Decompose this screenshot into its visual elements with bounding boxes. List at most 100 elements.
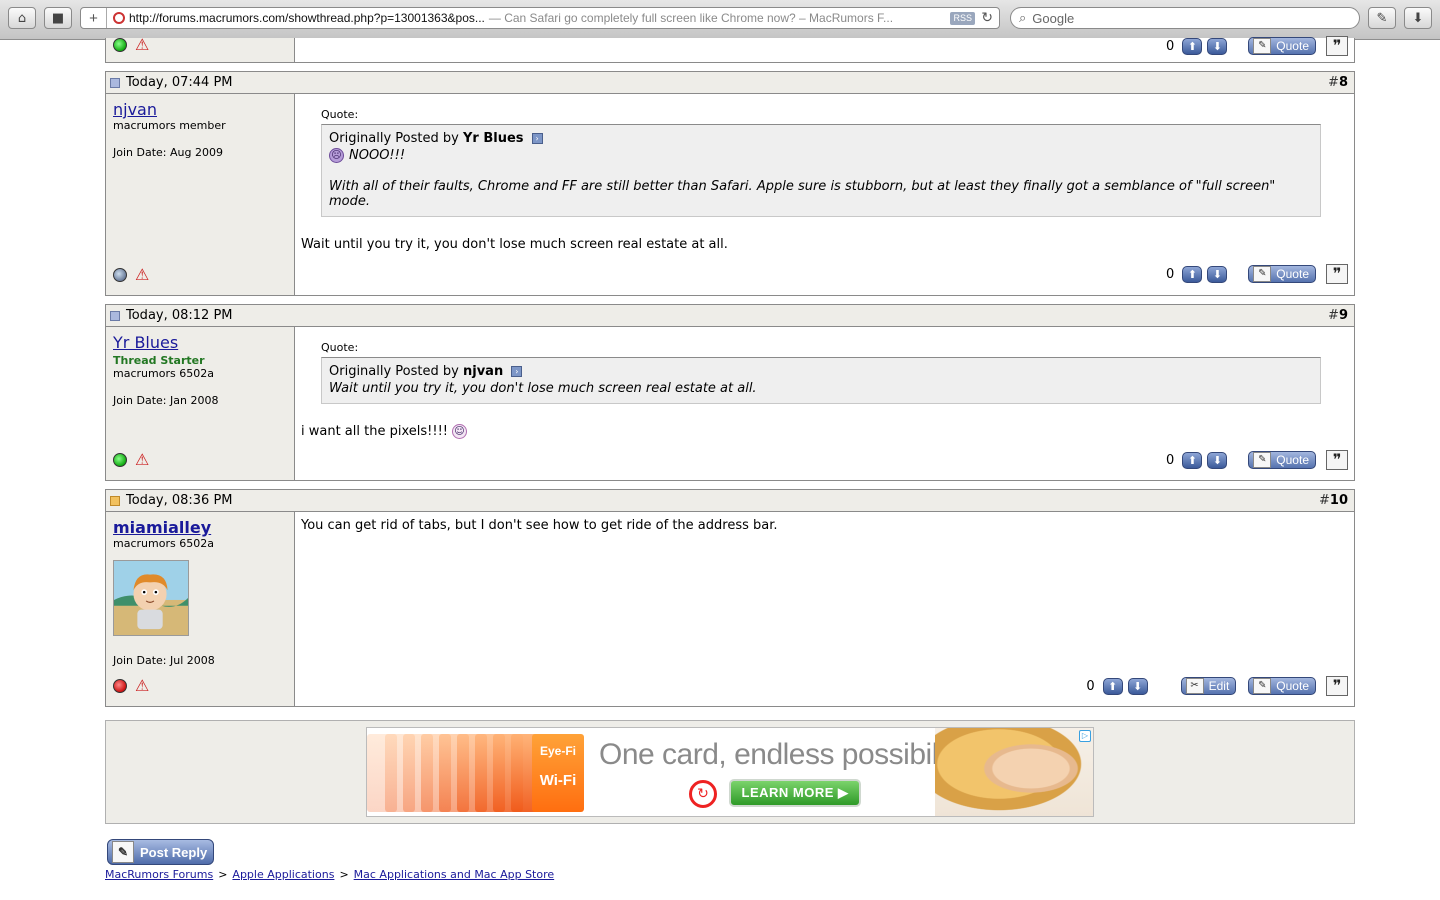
vote-up-icon[interactable]: ⬆ (1102, 677, 1123, 695)
user-avatar[interactable] (113, 560, 189, 636)
username-link[interactable]: Yr Blues (113, 333, 287, 352)
post-score: 0 (1166, 452, 1175, 468)
show-all-tabs-button[interactable]: ■ (44, 7, 72, 29)
quote-label: Quote (1276, 267, 1309, 281)
quote-line: With all of their faults, Chrome and FF … (329, 179, 1276, 209)
report-post-icon[interactable]: ⚠ (135, 37, 149, 53)
ad-photo (935, 728, 1093, 816)
multi-quote-icon[interactable]: ❞ (1326, 264, 1348, 284)
search-input[interactable] (1030, 9, 1331, 27)
ad-container: Eye-Fi Wi-Fi One card, endless possibili… (105, 720, 1355, 824)
post-header: Today, 08:36 PM #10 (106, 490, 1354, 512)
breadcrumb-link[interactable]: Mac Applications and Mac App Store (354, 868, 555, 881)
quote-header: Quote: (321, 108, 359, 121)
post-userinfo: miamialley macrumors 6502a Join Date: Ju… (106, 512, 295, 706)
quote-icon: ✎ (1253, 266, 1272, 282)
multi-quote-icon[interactable]: ❞ (1326, 450, 1348, 470)
ad-brand-logo-icon: ↻ (689, 780, 717, 808)
post-number-link[interactable]: #8 (1328, 75, 1348, 90)
vote-up-icon[interactable]: ⬆ (1182, 451, 1203, 469)
vote-down-icon[interactable]: ⬇ (1207, 451, 1228, 469)
post-number: 9 (1338, 308, 1348, 323)
breadcrumb-link[interactable]: Apple Applications (232, 868, 334, 881)
post-number-link[interactable]: #9 (1328, 308, 1348, 323)
multi-quote-icon[interactable]: ❞ (1326, 676, 1348, 696)
post-date: Today, 08:12 PM (126, 308, 233, 323)
post-userinfo: Yr Blues Thread Starter macrumors 6502a … (106, 327, 295, 480)
breadcrumb: MacRumors Forums > Apple Applications > Mac … (105, 868, 554, 881)
quote-line: NOOO!!! (349, 148, 406, 163)
breadcrumb-separator: > (339, 868, 349, 881)
post-reply-button[interactable]: ✎ Post Reply (107, 839, 214, 865)
multi-quote-icon[interactable]: ❞ (1326, 36, 1348, 56)
post-userinfo: ⚠ (106, 37, 295, 62)
ad-learn-more-button[interactable]: LEARN MORE ▶ (729, 779, 861, 807)
quote-header: Quote: (321, 341, 359, 354)
post-number-link[interactable]: #10 (1319, 493, 1348, 508)
post-header: Today, 07:44 PM #8 (106, 72, 1354, 94)
site-favicon-icon (113, 12, 125, 24)
quote-button[interactable]: ✎ Quote (1248, 451, 1316, 469)
vote-up-icon[interactable]: ⬆ (1182, 37, 1203, 55)
edit-button[interactable]: ✂ Edit (1180, 677, 1237, 695)
post-content: 0 ⬆ ⬇ ✎ Quote ❞ (295, 36, 1354, 62)
post-8: Today, 07:44 PM #8 njvan macrumors membe… (105, 71, 1355, 296)
post-actions: 0 ⬆ ⬇ ✂ Edit ✎ Quote ❞ (1086, 676, 1348, 696)
quote-box: Originally Posted by Yr Blues › ☹ NOOO!!!… (321, 124, 1321, 217)
ad-card-brand: Eye-Fi (539, 744, 576, 758)
post-message: i want all the pixels!!!! (301, 424, 448, 439)
post-actions: 0 ⬆ ⬇ ✎ Quote ❞ (1166, 264, 1348, 284)
ad-banner[interactable]: Eye-Fi Wi-Fi One card, endless possibili… (366, 727, 1094, 817)
quote-button[interactable]: ✎ Quote (1248, 37, 1316, 55)
quote-box: Originally Posted by njvan › Wait until … (321, 357, 1321, 404)
post-content: You can get rid of tabs, but I don't see… (295, 512, 1354, 706)
post-content: Quote: Originally Posted by Yr Blues › ☹… (295, 94, 1354, 295)
edit-label: Edit (1208, 679, 1230, 693)
vote-down-icon[interactable]: ⬇ (1127, 677, 1148, 695)
report-post-icon[interactable]: ⚠ (135, 267, 149, 283)
add-bookmark-icon[interactable]: + (81, 8, 107, 28)
address-bar[interactable]: + http://forums.macrumors.com/showthread… (80, 7, 1000, 29)
reload-icon[interactable]: ↻ (981, 9, 993, 26)
page-menu-button[interactable]: ✎ (1368, 7, 1396, 29)
post-score: 0 (1086, 678, 1095, 694)
user-title: macrumors 6502a (113, 537, 214, 550)
browser-toolbar: ⌂ ■ + http://forums.macrumors.com/showth… (0, 0, 1440, 40)
breadcrumb-link[interactable]: MacRumors Forums (105, 868, 213, 881)
vote-down-icon[interactable]: ⬇ (1207, 37, 1228, 55)
post-reply-label: Post Reply (140, 844, 208, 860)
post-score: 0 (1166, 38, 1175, 54)
username-link[interactable]: njvan (113, 100, 287, 119)
join-date: Join Date: Jul 2008 (113, 654, 215, 667)
post-old-icon (110, 310, 120, 321)
adchoices-icon[interactable]: ▷ (1079, 730, 1091, 742)
view-post-icon[interactable]: › (511, 366, 523, 377)
page-title: — Can Safari go completely full screen l… (488, 11, 894, 25)
downloads-button[interactable]: ⬇ (1404, 7, 1432, 29)
vote-down-icon[interactable]: ⬇ (1207, 265, 1228, 283)
post-message: You can get rid of tabs, but I don't see… (301, 518, 778, 533)
join-date: Join Date: Jan 2008 (113, 394, 219, 407)
post-message: Wait until you try it, you don't lose mu… (301, 237, 728, 252)
post-number: 8 (1338, 75, 1348, 90)
vote-up-icon[interactable]: ⬆ (1182, 265, 1203, 283)
post-number-prefix: # (1328, 308, 1339, 323)
online-status-icon (113, 38, 127, 52)
search-icon: ⌕ (1019, 10, 1027, 25)
quote-button[interactable]: ✎ Quote (1248, 265, 1316, 283)
url-text[interactable]: http://forums.macrumors.com/showthread.p… (129, 11, 485, 25)
username-link[interactable]: miamialley (113, 518, 287, 537)
view-post-icon[interactable]: › (531, 133, 543, 144)
post-reply-icon: ✎ (112, 841, 134, 863)
post-userinfo: njvan macrumors member Join Date: Aug 20… (106, 94, 295, 295)
quote-line: Wait until you try it, you don't lose mu… (329, 381, 757, 396)
quote-button[interactable]: ✎ Quote (1248, 677, 1316, 695)
breadcrumb-separator: > (218, 868, 228, 881)
post-actions: 0 ⬆ ⬇ ✎ Quote ❞ (1166, 36, 1348, 56)
report-post-icon[interactable]: ⚠ (135, 452, 149, 468)
rss-button[interactable]: RSS (950, 12, 975, 25)
search-field[interactable]: ⌕ (1010, 7, 1360, 29)
post-new-icon (110, 495, 120, 506)
home-button[interactable]: ⌂ (8, 7, 36, 29)
report-post-icon[interactable]: ⚠ (135, 678, 149, 694)
